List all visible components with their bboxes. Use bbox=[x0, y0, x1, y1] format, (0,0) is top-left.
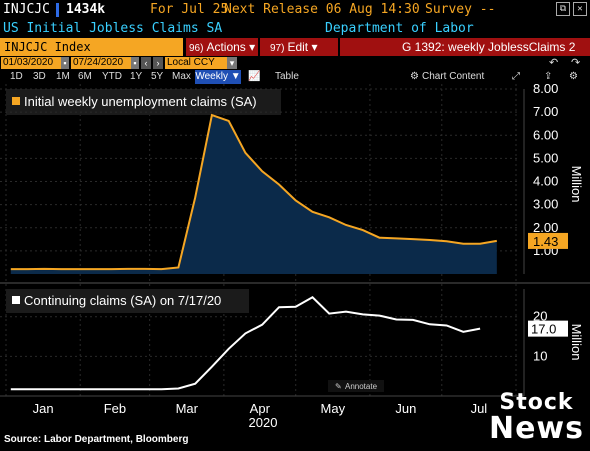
period-3d[interactable]: 3D bbox=[33, 71, 46, 82]
x-tick-label: May bbox=[321, 401, 346, 416]
security-title: US Initial Jobless Claims SA bbox=[3, 21, 223, 36]
chart-area[interactable]: Initial weekly unemployment claims (SA) … bbox=[0, 84, 590, 432]
x-tick-label: Jan bbox=[33, 401, 54, 416]
period-6m[interactable]: 6M bbox=[78, 71, 92, 82]
y-tick-label: 7.00 bbox=[533, 104, 558, 119]
legend-swatch-initial bbox=[12, 97, 20, 105]
settings-gear-icon[interactable]: ⚙ bbox=[569, 71, 578, 82]
y-tick-label: 8.00 bbox=[533, 84, 558, 96]
redo-icon[interactable]: ↷ bbox=[571, 56, 580, 69]
chart-settings-icon[interactable]: ⚙ bbox=[410, 71, 419, 82]
period-max[interactable]: Max bbox=[172, 71, 191, 82]
y-axis-unit-initial: Million bbox=[569, 166, 584, 203]
last-price: 1434k bbox=[66, 2, 106, 17]
survey-value: Survey -- bbox=[425, 2, 496, 17]
edit-menu-button[interactable]: 97) Edit ▾ bbox=[260, 38, 338, 56]
y-tick-label: 6.00 bbox=[533, 127, 558, 142]
watermark-line2: News bbox=[488, 411, 584, 446]
edit-shortcut: 97) bbox=[270, 43, 285, 54]
x-tick-label: Feb bbox=[104, 401, 126, 416]
chart-type-icon[interactable]: 📈 bbox=[248, 71, 260, 82]
window-close-icon[interactable]: ✕ bbox=[573, 2, 587, 16]
security-header-row: INJCJC 1434k For Jul 25 Next Release 06 … bbox=[0, 0, 590, 20]
currency-dropdown-icon[interactable]: ▾ bbox=[227, 57, 237, 69]
y-axis-unit-continuing: Million bbox=[569, 324, 584, 361]
period-ytd[interactable]: YTD bbox=[102, 71, 122, 82]
actions-shortcut: 96) bbox=[189, 43, 204, 54]
source-footnote: Source: Labor Department, Bloomberg bbox=[4, 434, 189, 445]
y-tick-label: 3.00 bbox=[533, 197, 558, 212]
data-source-name: Department of Labor bbox=[325, 21, 474, 36]
legend-initial-claims: Initial weekly unemployment claims (SA) bbox=[24, 94, 257, 109]
last-value-continuing: 17.0 bbox=[531, 322, 556, 337]
x-tick-label: Apr bbox=[250, 401, 271, 416]
edit-label: Edit ▾ bbox=[287, 40, 318, 54]
for-period: For Jul 25 bbox=[150, 2, 229, 17]
currency-select[interactable]: Local CCY bbox=[165, 57, 227, 69]
y-tick-label: 4.00 bbox=[533, 174, 558, 189]
initial-claims-area bbox=[10, 115, 497, 274]
security-title-row: US Initial Jobless Claims SA Department … bbox=[0, 20, 590, 38]
period-1y[interactable]: 1Y bbox=[130, 71, 142, 82]
legend-swatch-continuing bbox=[12, 296, 20, 304]
period-5y[interactable]: 5Y bbox=[151, 71, 163, 82]
chart-content-button[interactable]: Chart Content bbox=[422, 71, 484, 82]
period-1m[interactable]: 1M bbox=[56, 71, 70, 82]
annotate-button[interactable]: Annotate bbox=[345, 382, 378, 391]
y-tick-label: 5.00 bbox=[533, 150, 558, 165]
x-tick-label: Mar bbox=[176, 401, 199, 416]
stock-news-watermark: Stock News bbox=[489, 392, 584, 444]
selection-indicator bbox=[56, 3, 59, 17]
date-back-icon[interactable]: ‹ bbox=[141, 57, 151, 69]
last-value-initial: 1.43 bbox=[533, 234, 558, 249]
next-release: Next Release 06 Aug 14:30 bbox=[224, 2, 420, 17]
legend-continuing-claims: Continuing claims (SA) on 7/17/20 bbox=[24, 293, 221, 308]
toolbar: INJCJC Index 96) Actions ▾ 97) Edit ▾ G 13… bbox=[0, 38, 590, 56]
chart-name-label: G 1392: weekly JoblessClaims 2 bbox=[340, 38, 590, 56]
window-restore-icon[interactable]: ⧉ bbox=[556, 2, 570, 16]
x-axis: Jan Feb Mar Apr May Jun Jul bbox=[0, 395, 524, 416]
annotate-pencil-icon[interactable]: ✎ bbox=[335, 382, 342, 391]
date-range-row: 01/03/2020 ▪ 07/24/2020 ▪ ‹ › Local CCY … bbox=[0, 56, 590, 70]
export-icon[interactable]: ⇪ bbox=[544, 71, 552, 82]
start-date-field[interactable]: 01/03/2020 bbox=[1, 57, 61, 69]
period-1d[interactable]: 1D bbox=[10, 71, 23, 82]
start-calendar-icon[interactable]: ▪ bbox=[61, 57, 69, 69]
y-tick-label: 2.00 bbox=[533, 220, 558, 235]
index-field[interactable]: INJCJC Index bbox=[0, 38, 183, 56]
x-axis-year: 2020 bbox=[249, 415, 278, 430]
end-date-field[interactable]: 07/24/2020 bbox=[71, 57, 131, 69]
x-tick-label: Jul bbox=[471, 401, 488, 416]
actions-menu-button[interactable]: 96) Actions ▾ bbox=[186, 38, 258, 56]
expand-icon[interactable]: ⤢ bbox=[512, 71, 520, 82]
y-tick-label: 10 bbox=[533, 348, 547, 363]
end-calendar-icon[interactable]: ▪ bbox=[131, 57, 139, 69]
table-button[interactable]: Table bbox=[275, 71, 299, 82]
undo-icon[interactable]: ↶ bbox=[549, 56, 558, 69]
ticker-symbol[interactable]: INJCJC bbox=[3, 2, 50, 17]
period-row: 1D 3D 1M 6M YTD 1Y 5Y Max Weekly ▼ 📈 Tab… bbox=[0, 70, 590, 84]
x-tick-label: Jun bbox=[395, 401, 416, 416]
frequency-select[interactable]: Weekly ▼ bbox=[195, 70, 241, 84]
actions-label: Actions ▾ bbox=[206, 40, 256, 54]
date-forward-icon[interactable]: › bbox=[153, 57, 163, 69]
